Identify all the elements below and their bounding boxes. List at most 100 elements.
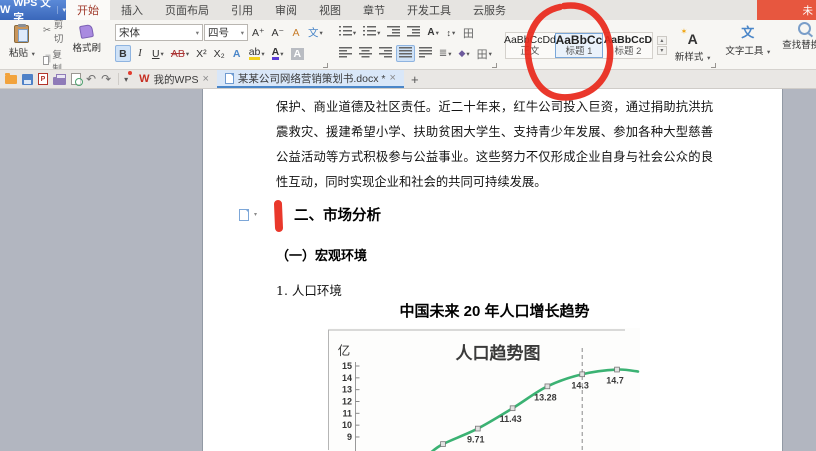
chevron-down-icon: ▾	[448, 50, 451, 58]
distribute-icon	[419, 46, 432, 61]
open-file-button[interactable]	[5, 75, 17, 84]
text-tools-button[interactable]: 文 文字工具 ▾	[721, 20, 774, 69]
paragraph-layout-button[interactable]: ≣▾	[436, 45, 455, 62]
strikethrough-button[interactable]: AB▾	[168, 45, 192, 62]
svg-text:14: 14	[342, 373, 352, 383]
new-style-button[interactable]: A 新样式 ▾	[671, 29, 714, 63]
paragraph-dialog-launcher[interactable]	[492, 63, 497, 68]
menu-tab-developer[interactable]: 开发工具	[396, 0, 462, 20]
clipboard-icon	[14, 25, 29, 43]
styles-group: AaBbCcDd 正文 AaBbCc 标题 1 AaBbCcD 标题 2 ▴ ▾…	[502, 20, 717, 69]
svg-text:亿: 亿	[338, 343, 351, 358]
font-color-button[interactable]: A▾	[269, 45, 287, 62]
tab-my-wps[interactable]: W 我的WPS ×	[131, 70, 217, 88]
tab-document[interactable]: 某某公司网络营销策划书.docx * ×	[217, 70, 404, 88]
printer-icon	[53, 77, 66, 85]
gallery-down-button[interactable]: ▾	[657, 46, 667, 55]
paste-button[interactable]: 粘贴 ▾	[5, 23, 39, 68]
app-menu-button[interactable]: W WPS 文字 ▾	[0, 0, 66, 20]
style-label: 正文	[520, 46, 539, 57]
document-page[interactable]: 保护、商业道德及社区责任。近二十年来，红牛公司投入巨资，通过捐助抗洪抗 震救灾、…	[202, 89, 783, 451]
chevron-down-icon: ▾	[186, 50, 189, 58]
account-badge[interactable]: 未	[757, 0, 816, 20]
svg-text:14.7: 14.7	[606, 376, 624, 386]
paste-label: 粘贴	[9, 48, 28, 59]
find-replace-label: 查找替换	[782, 40, 816, 51]
superscript-button[interactable]: X²	[193, 45, 210, 62]
gallery-up-button[interactable]: ▴	[657, 36, 667, 45]
decrease-indent-button[interactable]	[384, 24, 403, 41]
svg-text:13: 13	[342, 385, 352, 395]
menu-tab-section[interactable]: 章节	[352, 0, 396, 20]
text-tools-label: 文字工具	[725, 46, 763, 57]
close-icon[interactable]: ×	[202, 73, 208, 85]
find-replace-button[interactable]: 查找替换 ▾	[778, 20, 816, 69]
character-scale-button[interactable]: A▾	[424, 24, 442, 41]
heading-collapse-icon[interactable]	[239, 209, 249, 221]
grow-font-button[interactable]: A⁺	[249, 24, 268, 41]
document-icon	[225, 73, 234, 84]
style-heading2[interactable]: AaBbCcD 标题 2	[604, 33, 652, 58]
clear-format-button[interactable]: A	[288, 24, 304, 41]
print-preview-button[interactable]	[71, 73, 81, 85]
menu-tab-cloud[interactable]: 云服务	[462, 0, 517, 20]
insert-table-button[interactable]: 田	[460, 24, 477, 41]
align-center-button[interactable]	[356, 45, 375, 62]
menu-tab-references[interactable]: 引用	[220, 0, 264, 20]
subscript-button[interactable]: X₂	[211, 45, 228, 62]
copy-button[interactable]: 复制	[43, 47, 65, 71]
style-gallery: AaBbCcDd 正文 AaBbCc 标题 1 AaBbCcD 标题 2	[505, 32, 653, 59]
borders-button[interactable]: 田▾	[474, 45, 495, 62]
shrink-font-button[interactable]: A⁻	[269, 24, 288, 41]
menu-tab-page-layout[interactable]: 页面布局	[154, 0, 220, 20]
text-effects-button[interactable]: A	[229, 45, 245, 62]
pinyin-guide-button[interactable]: 文▾	[305, 24, 326, 41]
align-left-button[interactable]	[336, 45, 355, 62]
borders-icon: 田	[477, 46, 488, 62]
wps-home-icon: W	[139, 73, 149, 85]
bold-button[interactable]: B	[115, 45, 131, 62]
line-spacing-button[interactable]: ↕▾	[443, 24, 459, 41]
document-list-item: 1. 人口环境	[276, 280, 342, 299]
style-normal[interactable]: AaBbCcDd 正文	[506, 33, 554, 58]
export-pdf-button[interactable]: P	[38, 73, 48, 85]
menu-tab-home[interactable]: 开始	[66, 0, 110, 20]
highlight-color-button[interactable]: ab▾	[246, 45, 268, 62]
menu-tab-view[interactable]: 视图	[308, 0, 352, 20]
underline-button[interactable]: U▾	[149, 45, 167, 62]
save-button[interactable]	[22, 74, 33, 85]
styles-dialog-launcher[interactable]	[711, 63, 716, 68]
distribute-button[interactable]	[416, 45, 435, 62]
bullet-list-button[interactable]: ▾	[336, 24, 359, 41]
bullet-list-icon	[339, 25, 352, 40]
print-button[interactable]	[53, 74, 66, 85]
font-family-select[interactable]: 宋体 ▾	[115, 24, 203, 41]
increase-indent-button[interactable]	[404, 24, 423, 41]
new-tab-button[interactable]: +	[404, 70, 426, 88]
magnifier-icon	[798, 22, 811, 35]
character-shading-button[interactable]: A	[288, 45, 308, 62]
close-icon[interactable]: ×	[390, 72, 396, 84]
chevron-down-icon: ▾	[377, 29, 380, 37]
style-heading1[interactable]: AaBbCc 标题 1	[555, 33, 603, 58]
paragraph-line: 震救灾、援建希望小学、扶助贫困大学生、支持青少年发展、参加各种大型慈善	[276, 122, 713, 140]
font-dialog-launcher[interactable]	[323, 63, 328, 68]
svg-text:人口趋势图: 人口趋势图	[456, 343, 541, 363]
font-size-select[interactable]: 四号 ▾	[204, 24, 248, 41]
italic-button[interactable]: I	[132, 45, 148, 62]
justify-button[interactable]	[396, 45, 415, 62]
svg-text:14.3: 14.3	[571, 380, 589, 390]
population-chart[interactable]: 人口趋势图亿15141312111099.7111.4313.2814.314.…	[328, 328, 640, 451]
undo-button[interactable]: ↶	[86, 73, 96, 85]
cut-button[interactable]: ✂ 剪切	[43, 20, 65, 45]
shading-fill-button[interactable]: ◆▾	[455, 45, 472, 62]
menu-tab-review[interactable]: 审阅	[264, 0, 308, 20]
align-right-button[interactable]	[376, 45, 395, 62]
decrease-indent-icon	[387, 25, 400, 40]
format-painter-button[interactable]: 格式刷	[68, 23, 105, 68]
customize-toolbar-button[interactable]: ▾	[121, 70, 131, 88]
redo-button[interactable]: ↷	[101, 73, 111, 85]
numbered-list-button[interactable]: ▾	[360, 24, 383, 41]
menu-tab-insert[interactable]: 插入	[110, 0, 154, 20]
text-tools-icon: 文	[741, 22, 754, 41]
